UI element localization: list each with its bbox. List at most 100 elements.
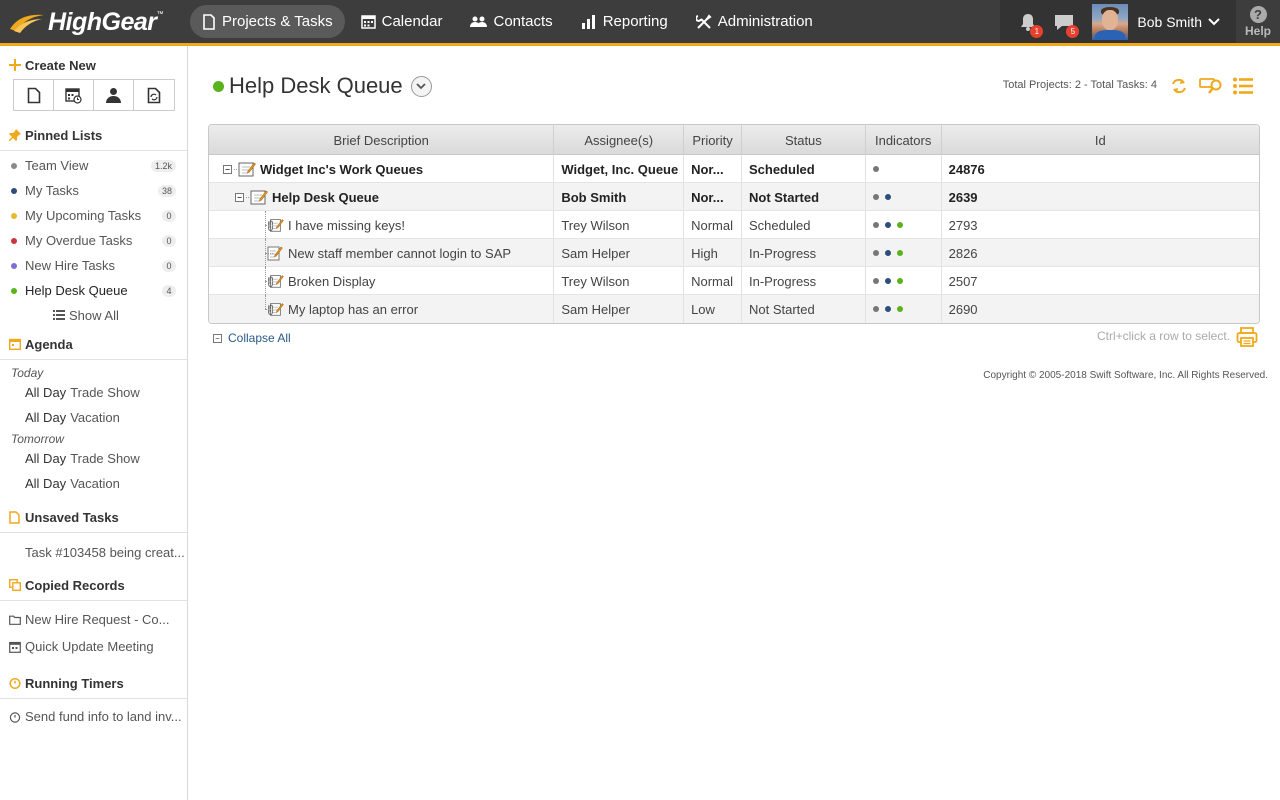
column-header-id[interactable]: Id <box>942 125 1259 155</box>
indicator-dot-icon <box>872 222 879 228</box>
cell-status: Scheduled <box>742 211 866 239</box>
count-badge: 0 <box>162 259 176 272</box>
pinned-team-view[interactable]: Team View 1.2k <box>0 153 187 178</box>
user-name[interactable]: Bob Smith <box>1137 14 1202 30</box>
highgear-logo[interactable]: HighGear ™ <box>8 6 178 38</box>
collapse-icon[interactable]: − <box>223 164 232 174</box>
cell-priority: Nor... <box>684 183 742 211</box>
agenda-when: All Day <box>25 410 67 425</box>
row-description[interactable]: Widget Inc's Work Queues <box>260 162 423 177</box>
copied-record-item[interactable]: New Hire Request - Co... <box>0 606 187 633</box>
indicator-dot-icon <box>896 222 903 228</box>
notifications-button[interactable]: 1 <box>1010 0 1046 43</box>
cell-status: Not Started <box>742 295 866 323</box>
row-description[interactable]: New staff member cannot login to SAP <box>288 246 511 261</box>
pinned-new-hire-tasks[interactable]: New Hire Tasks 0 <box>0 253 187 278</box>
search-filter-button[interactable] <box>1198 74 1224 98</box>
column-header-indicators[interactable]: Indicators <box>866 125 942 155</box>
row-description[interactable]: Broken Display <box>288 274 375 289</box>
collapse-icon[interactable]: − <box>235 192 244 202</box>
create-event-button[interactable] <box>54 80 94 110</box>
title-dropdown-button[interactable] <box>410 75 432 97</box>
status-dot-icon <box>11 187 17 194</box>
timer-icon <box>8 677 21 690</box>
chevron-down-icon <box>416 82 426 89</box>
top-bar: HighGear ™ Projects & Tasks Calendar Cont… <box>0 0 1280 46</box>
help-button[interactable]: ? Help <box>1236 0 1280 43</box>
indicator-dot-icon <box>884 250 891 256</box>
unsaved-task-item[interactable]: Task #103458 being creat... <box>0 539 187 566</box>
collapse-all-button[interactable]: − Collapse All <box>213 331 291 345</box>
create-contact-button[interactable] <box>94 80 134 110</box>
column-header-priority[interactable]: Priority <box>684 125 742 155</box>
agenda-item[interactable]: All Day Vacation <box>0 471 187 496</box>
nav-projects-tasks[interactable]: Projects & Tasks <box>190 5 345 38</box>
table-row[interactable]: − Widget Inc's Work Queues Widget, Inc. Qu… <box>209 155 1259 183</box>
create-new-header: Create New <box>0 54 187 76</box>
list-view-button[interactable] <box>1230 74 1256 98</box>
pinned-my-tasks[interactable]: My Tasks 38 <box>0 178 187 203</box>
top-right-area: 1 5 Bob Smith ? Help <box>1000 0 1280 43</box>
copied-record-item[interactable]: Quick Update Meeting <box>0 633 187 660</box>
refresh-button[interactable] <box>1166 74 1192 98</box>
table-row[interactable]: Broken Display Trey Wilson Normal In-Progre… <box>209 267 1259 295</box>
pinned-my-overdue-tasks[interactable]: My Overdue Tasks 0 <box>0 228 187 253</box>
grid-header: Brief Description Assignee(s) Priority S… <box>209 125 1259 155</box>
status-dot-icon <box>11 262 17 269</box>
status-dot-icon <box>11 287 17 294</box>
pinned-label: New Hire Tasks <box>25 258 116 273</box>
row-description[interactable]: My laptop has an error <box>288 302 418 317</box>
column-header-status[interactable]: Status <box>742 125 866 155</box>
agenda-item[interactable]: All Day Trade Show <box>0 446 187 471</box>
chevron-down-icon[interactable] <box>1208 17 1220 26</box>
pin-icon <box>8 129 21 142</box>
print-icon[interactable] <box>1236 326 1258 348</box>
table-row[interactable]: My laptop has an error Sam Helper Low Not S… <box>209 295 1259 323</box>
show-all-button[interactable]: Show All <box>0 303 187 327</box>
row-description[interactable]: I have missing keys! <box>288 218 405 233</box>
trademark: ™ <box>156 10 164 18</box>
section-title: Agenda <box>25 336 73 352</box>
nav-reporting[interactable]: Reporting <box>569 5 680 38</box>
create-recurring-button[interactable] <box>134 80 174 110</box>
grid-body: − Widget Inc's Work Queues Widget, Inc. Qu… <box>209 155 1259 323</box>
cell-indicators <box>866 295 942 323</box>
running-timer-item[interactable]: Send fund info to land inv... <box>0 703 187 730</box>
indicator-dot-icon <box>872 166 879 172</box>
cell-status: Scheduled <box>742 155 866 183</box>
project-icon <box>250 190 268 205</box>
nav-calendar[interactable]: Calendar <box>349 5 455 38</box>
status-dot-icon <box>11 162 17 169</box>
count-badge: 4 <box>162 284 176 297</box>
status-dot-icon <box>11 212 17 219</box>
section-title: Create New <box>25 57 96 73</box>
logo-swoosh-icon <box>10 14 44 33</box>
cell-status: In-Progress <box>742 239 866 267</box>
row-description[interactable]: Help Desk Queue <box>272 190 379 205</box>
nav-administration[interactable]: Administration <box>684 5 825 38</box>
table-row[interactable]: − Help Desk Queue Bob Smith Nor... Not Start… <box>209 183 1259 211</box>
agenda-item[interactable]: All Day Trade Show <box>0 380 187 405</box>
cell-status: In-Progress <box>742 267 866 295</box>
messages-button[interactable]: 5 <box>1046 0 1082 43</box>
agenda-item[interactable]: All Day Vacation <box>0 405 187 430</box>
column-header-brief-description[interactable]: Brief Description <box>209 125 555 155</box>
cell-id: 2826 <box>948 245 978 261</box>
nav-contacts[interactable]: Contacts <box>458 5 564 38</box>
indicator-dot-icon <box>872 194 879 200</box>
cell-id: 2793 <box>948 217 978 233</box>
cell-priority: Normal <box>684 267 742 295</box>
pinned-help-desk-queue[interactable]: Help Desk Queue 4 <box>0 278 187 303</box>
avatar[interactable] <box>1092 3 1129 40</box>
section-title: Pinned Lists <box>25 127 103 143</box>
indicator-dot-icon <box>896 278 903 284</box>
create-task-button[interactable] <box>14 80 54 110</box>
table-row[interactable]: New staff member cannot login to SAP Sam … <box>209 239 1259 267</box>
agenda-day-label: Tomorrow <box>11 432 64 446</box>
list-icon <box>1233 77 1253 95</box>
copied-records-header: Copied Records <box>0 574 187 596</box>
table-row[interactable]: I have missing keys! Trey Wilson Normal Sch… <box>209 211 1259 239</box>
pinned-my-upcoming-tasks[interactable]: My Upcoming Tasks 0 <box>0 203 187 228</box>
column-header-assignees[interactable]: Assignee(s) <box>554 125 685 155</box>
agenda-day-label: Today <box>11 366 44 380</box>
